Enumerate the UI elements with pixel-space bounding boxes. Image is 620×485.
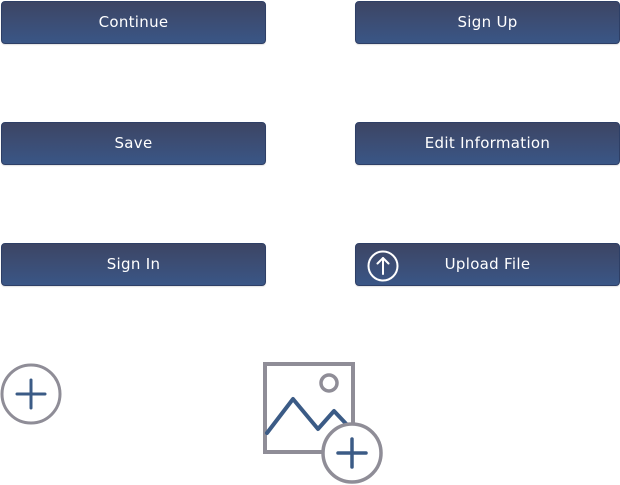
sign-up-button[interactable]: Sign Up xyxy=(355,1,620,44)
save-button-label: Save xyxy=(114,134,153,152)
edit-information-button-label: Edit Information xyxy=(424,134,551,152)
sign-up-button-label: Sign Up xyxy=(457,13,518,31)
continue-button-label: Continue xyxy=(98,13,169,31)
upload-file-button[interactable]: Upload File xyxy=(355,243,620,286)
upload-file-button-label: Upload File xyxy=(444,255,531,273)
add-image-icon[interactable] xyxy=(262,361,386,485)
continue-button[interactable]: Continue xyxy=(1,1,266,44)
plus-circle-icon[interactable] xyxy=(0,363,62,425)
sign-in-button[interactable]: Sign In xyxy=(1,243,266,286)
sign-in-button-label: Sign In xyxy=(106,255,161,273)
save-button[interactable]: Save xyxy=(1,122,266,165)
upload-arrow-circle-icon xyxy=(367,250,399,282)
edit-information-button[interactable]: Edit Information xyxy=(355,122,620,165)
